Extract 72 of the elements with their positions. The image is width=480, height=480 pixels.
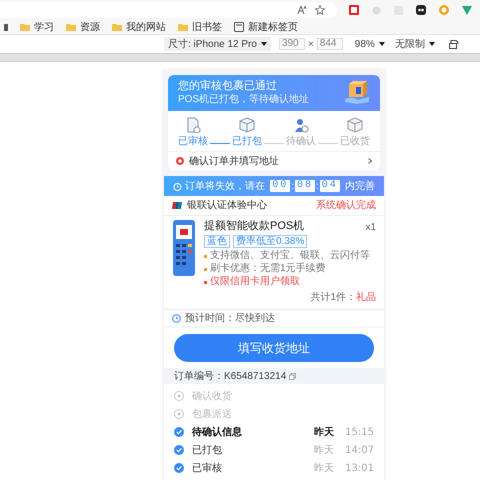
card-terminal-icon — [172, 220, 196, 276]
copy-icon[interactable] — [289, 372, 296, 380]
timeline-time: 14:07 — [345, 444, 374, 458]
bookmark-link[interactable]: 我的网站 — [112, 20, 166, 34]
countdown-text: 订单将失效，请在 — [185, 180, 266, 194]
step-label: 待确认 — [286, 136, 316, 147]
quantity-text: x1 — [365, 221, 376, 235]
alert-icon — [176, 157, 184, 165]
status-title: 您的审核包裹已通过 — [178, 80, 278, 93]
total-value: 礼品 — [356, 290, 376, 305]
page-icon — [234, 22, 244, 32]
clock-icon — [172, 314, 181, 323]
read-aloud-icon[interactable] — [297, 6, 307, 14]
caret-icon — [378, 42, 385, 46]
timeline-day: 昨天 — [314, 460, 334, 476]
countdown-separator: : — [316, 180, 319, 194]
fill-address-button[interactable]: 填写收货地址 — [174, 334, 374, 362]
timeline-label: 确认收货 — [192, 390, 232, 404]
total-label: 共计1件： — [310, 290, 356, 305]
product-tag: 蓝色 — [204, 235, 230, 248]
confirm-order-row[interactable]: 确认订单并填写地址 — [168, 151, 380, 170]
step-label: 已收货 — [340, 136, 370, 147]
product-tag: 费率低至0.38% — [233, 235, 308, 248]
timeline-label: 包裹派送 — [192, 408, 232, 422]
countdown-text: 内完善 — [344, 180, 375, 194]
countdown-digits: 00 — [270, 180, 290, 192]
countdown-digits: 08 — [294, 180, 315, 192]
bullet-icon — [204, 280, 207, 284]
countdown-digits: 04 — [320, 180, 340, 192]
box-icon — [347, 117, 363, 133]
product-title: 提额智能收款POS机 — [204, 220, 304, 233]
zoom-dropdown[interactable]: 98% — [354, 36, 385, 52]
chevron-right-icon — [368, 158, 372, 164]
rotate-icon[interactable] — [448, 40, 459, 48]
timeline-time: 15:15 — [345, 426, 374, 440]
feature-text: 仅限信用卡用户领取 — [210, 276, 300, 288]
bullet-icon — [204, 268, 207, 270]
timeline-day: 昨天 — [314, 442, 334, 458]
row-label: 确认订单并填写地址 — [189, 154, 280, 168]
feature-text: 支持微信、支付宝、银联、云闪付等 — [210, 250, 370, 262]
parcel-hand-icon — [344, 81, 370, 105]
caret-icon — [428, 42, 435, 46]
countdown-separator: : — [291, 180, 294, 194]
timeline-day: 昨天 — [314, 424, 334, 440]
extension-icon[interactable] — [416, 5, 426, 15]
times-sign: × — [308, 38, 314, 52]
bookmark-link[interactable]: 资源 — [66, 20, 100, 34]
step-label: 已审核 — [178, 136, 208, 147]
order-number: 订单编号：K6548713214 — [174, 370, 286, 384]
person-icon — [293, 117, 309, 133]
feature-text: 刷卡优惠：无需1元手续费 — [210, 263, 326, 275]
bank-card-logo-icon — [172, 202, 182, 209]
throttle-dropdown[interactable]: 无限制 — [394, 36, 435, 52]
device-dropdown[interactable]: 尺寸: iPhone 12 Pro — [164, 37, 271, 51]
document-icon — [185, 117, 201, 133]
step-label: 已打包 — [232, 136, 262, 147]
star-icon[interactable] — [315, 5, 325, 15]
timeline-label: 已打包 — [192, 444, 222, 458]
merchant-name: 银联认证体验中心 — [187, 198, 268, 213]
eta-text: 预计时间：尽快到达 — [185, 312, 275, 326]
timeline-time: 13:01 — [345, 462, 374, 476]
timeline-label: 已审核 — [192, 462, 222, 476]
alarm-clock-icon — [173, 182, 182, 190]
bookmark-link[interactable]: 旧书签 — [178, 20, 222, 34]
box-icon — [239, 117, 255, 133]
status-subtitle: POS机已打包，等待确认地址 — [178, 94, 310, 106]
bookmark-link[interactable]: 学习 — [20, 20, 54, 34]
bullet-icon — [204, 254, 207, 258]
bookmark-link[interactable]: 新建标签页 — [234, 20, 298, 34]
caret-icon — [260, 42, 267, 46]
merchant-status: 系统确认完成 — [316, 198, 376, 213]
timeline-label: 待确认信息 — [192, 426, 242, 440]
